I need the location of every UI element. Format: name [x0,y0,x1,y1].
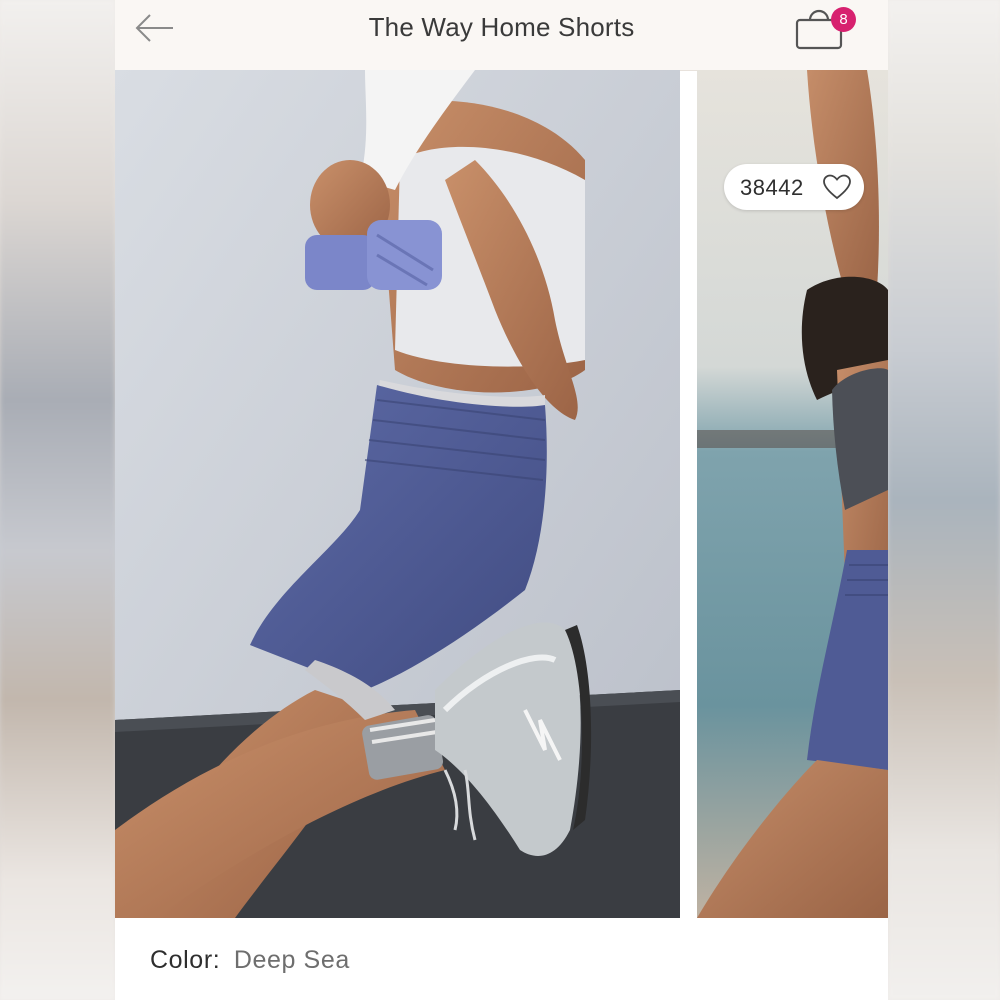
color-label: Color: [150,946,221,974]
cart-count-badge: 8 [831,7,856,32]
page-title: The Way Home Shorts [368,12,635,42]
blurred-background-right [888,0,1000,1000]
like-button[interactable]: 38442 [724,164,864,210]
heart-icon [823,174,851,200]
app-screen: The Way Home Shorts 8 38442 Color: Deep … [115,0,888,1000]
like-count: 38442 [740,175,804,200]
top-bar: The Way Home Shorts 8 [115,0,888,71]
color-value: Deep Sea [233,946,350,974]
blurred-background-left [0,0,115,1000]
product-image-gallery[interactable]: 38442 [115,70,888,918]
color-selection: Color: Deep Sea [150,946,350,975]
product-photo-kneeling [115,70,680,918]
product-image-main[interactable] [115,70,680,918]
